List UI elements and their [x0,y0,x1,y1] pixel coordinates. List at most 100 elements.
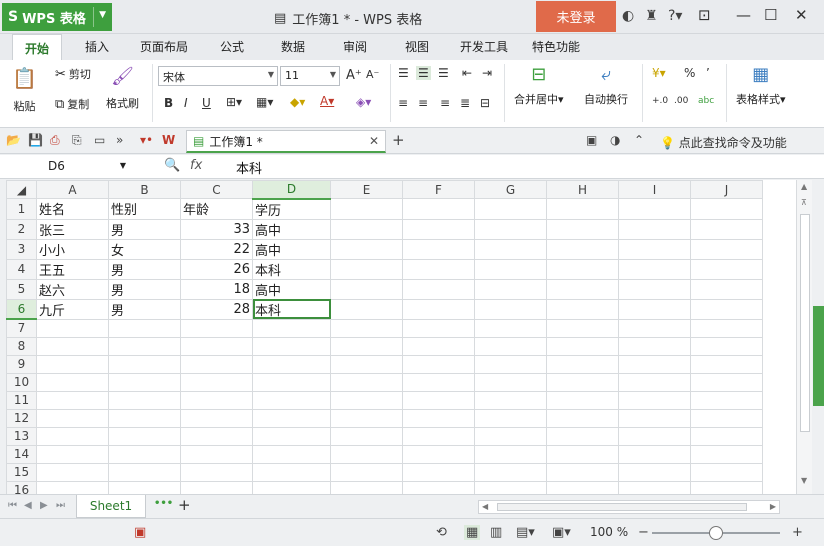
select-all-corner[interactable]: ◢ [6,180,37,199]
cell[interactable] [330,198,403,220]
column-header[interactable]: E [330,180,403,199]
print-preview-icon[interactable]: ⎘ [72,133,82,148]
decrease-decimal-icon[interactable]: .00 [674,96,688,106]
cell[interactable] [402,298,475,320]
column-header[interactable]: J [690,180,763,199]
cell[interactable] [618,336,691,356]
cell[interactable] [690,258,763,280]
cell[interactable] [180,408,253,428]
cell[interactable] [618,218,691,240]
currency-format-icon[interactable]: ¥▾ [652,66,666,80]
cell[interactable] [546,390,619,410]
cell[interactable] [108,354,181,374]
cell[interactable] [474,408,547,428]
column-header[interactable]: H [546,180,619,199]
cell[interactable] [330,336,403,356]
font-name-select[interactable]: 宋体 ▼ [158,66,278,86]
cell[interactable] [690,390,763,410]
selected-cell[interactable]: 本科 [252,298,331,320]
cell[interactable] [690,480,763,494]
tab-insert[interactable]: 插入 [85,38,109,55]
justify-icon[interactable]: ≣ [460,96,470,110]
align-left-icon[interactable]: ≡ [398,96,408,110]
cell[interactable] [402,354,475,374]
cell[interactable] [180,318,253,338]
copy-button[interactable]: ⧉ 复制 [55,96,89,112]
cell[interactable] [108,390,181,410]
cell[interactable] [402,480,475,494]
paste-button[interactable]: 📋 粘贴 [12,66,37,114]
spreadsheet-grid[interactable]: ◢ A B C D E F G H I J 1 姓名 性别 年龄 学历 2 张三男 33 高中 3… [6,180,796,494]
row-header[interactable]: 9 [6,354,37,374]
cell[interactable] [252,480,331,494]
maximize-icon[interactable]: ☐ [764,6,777,24]
cell[interactable] [690,462,763,482]
cell[interactable]: 高中 [252,278,331,300]
cell[interactable] [690,278,763,300]
cell[interactable] [330,298,403,320]
cell[interactable] [690,318,763,338]
cell[interactable] [252,408,331,428]
zoom-level[interactable]: 100 % [590,525,628,539]
increase-font-icon[interactable]: A⁺ [346,68,362,83]
align-middle-icon[interactable]: ☰ [416,66,431,80]
format-painter-button[interactable]: 🖌 格式刷 [106,66,139,111]
page-layout-view-icon[interactable]: ▥ [490,525,502,540]
align-center-icon[interactable]: ≡ [418,96,428,110]
cell[interactable] [108,480,181,494]
scroll-up-icon[interactable]: ▲ [801,182,807,191]
cell[interactable] [474,278,547,300]
cell[interactable] [108,462,181,482]
open-folder-icon[interactable]: 📂 [6,133,21,147]
increase-indent-icon[interactable]: ⇥ [482,66,492,80]
cell[interactable] [546,278,619,300]
normal-view-icon[interactable]: ▦ [464,525,481,540]
cell[interactable] [474,426,547,446]
cell[interactable] [546,444,619,464]
prev-sheet-icon[interactable]: ◀ [24,500,32,511]
cell[interactable] [402,390,475,410]
save-icon[interactable]: 💾 [28,133,43,147]
cell[interactable]: 男 [108,258,181,280]
cell[interactable] [252,444,331,464]
tab-home[interactable]: 开始 [12,34,63,61]
tab-developer[interactable]: 开发工具 [460,38,508,55]
add-sheet-button[interactable]: + [178,496,191,514]
scroll-top-icon[interactable]: ⊼ [801,198,807,207]
scroll-left-icon[interactable]: ◀ [482,502,488,511]
cell[interactable]: 男 [108,278,181,300]
cell[interactable]: 张三 [36,218,109,240]
more-sheets-icon[interactable]: ••• [154,498,173,509]
row-header[interactable]: 10 [6,372,37,392]
zoom-formula-icon[interactable]: 🔍 [164,158,180,173]
cell[interactable] [618,372,691,392]
cell[interactable]: 33 [180,218,253,240]
align-top-icon[interactable]: ☰ [398,66,409,80]
cell[interactable] [330,426,403,446]
cell[interactable] [474,336,547,356]
cell[interactable] [546,258,619,280]
first-sheet-icon[interactable]: ⏮ [8,500,17,511]
zoom-in-button[interactable]: + [792,525,803,540]
cell[interactable] [474,372,547,392]
cell[interactable] [474,318,547,338]
skin-icon[interactable]: ◐ [622,8,634,24]
cell[interactable] [36,390,109,410]
customize-toolbar-icon[interactable]: ▾• [140,133,153,147]
cell[interactable] [330,258,403,280]
side-panel-toggle[interactable] [813,306,824,406]
cell[interactable]: 男 [108,298,181,320]
cell[interactable] [402,278,475,300]
cell[interactable] [690,198,763,220]
align-bottom-icon[interactable]: ☰ [438,66,449,80]
cell[interactable] [690,238,763,260]
more-commands-icon[interactable]: » [116,133,123,147]
cell[interactable] [402,218,475,240]
number-format-icon[interactable]: abc [698,96,714,106]
history-icon[interactable]: ⟲ [436,525,447,540]
row-header[interactable]: 3 [6,238,37,260]
minimize-icon[interactable]: — [736,6,751,24]
cell[interactable] [108,444,181,464]
name-box[interactable]: D6 ▼ [4,157,128,177]
shirt-icon[interactable]: ♜ [645,8,658,24]
